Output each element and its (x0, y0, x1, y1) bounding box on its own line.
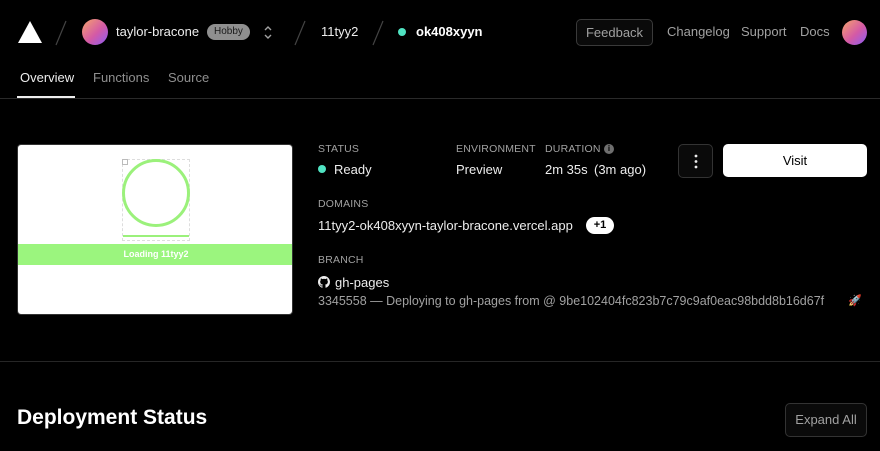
commit-message[interactable]: 3345558 — Deploying to gh-pages from @ 9… (318, 294, 824, 308)
broken-image-icon (122, 159, 128, 165)
loading-banner: Loading 11tyy2 (18, 244, 292, 265)
domains-label: DOMAINS (318, 198, 369, 210)
tab-functions[interactable]: Functions (93, 70, 149, 85)
team-avatar[interactable] (82, 19, 108, 45)
tab-overview[interactable]: Overview (20, 70, 74, 85)
support-link[interactable]: Support (741, 24, 787, 39)
section-divider (0, 361, 880, 362)
deployment-status-title: Deployment Status (17, 406, 208, 429)
docs-link[interactable]: Docs (800, 24, 830, 39)
deployment-preview[interactable]: Loading 11tyy2 (17, 144, 293, 315)
deployment-name[interactable]: ok408xyyn (416, 24, 483, 39)
visit-button[interactable]: Visit (723, 144, 867, 177)
top-bar: taylor-bracone Hobby 11tyy2 ok408xyyn Fe… (0, 0, 880, 64)
loading-circle (122, 159, 190, 227)
chevron-up-down-icon[interactable] (262, 24, 274, 41)
breadcrumb-separator-icon (372, 20, 384, 46)
environment-value: Preview (456, 162, 503, 177)
more-domains-badge[interactable]: +1 (586, 217, 614, 234)
github-icon (318, 276, 330, 288)
tab-source[interactable]: Source (168, 70, 209, 85)
duration-ago: (3m ago) (594, 162, 647, 177)
more-actions-button[interactable] (678, 144, 713, 178)
plan-badge: Hobby (207, 24, 250, 40)
user-avatar[interactable] (842, 20, 867, 45)
feedback-button[interactable]: Feedback (576, 19, 653, 46)
domain-link[interactable]: 11tyy2-ok408xyyn-taylor-bracone.vercel.a… (318, 218, 573, 233)
branch-name[interactable]: gh-pages (335, 275, 389, 290)
expand-all-button[interactable]: Expand All (785, 403, 867, 437)
deployment-status-dot (398, 28, 406, 36)
loading-bar (123, 235, 189, 237)
vertical-ellipsis-icon (694, 154, 698, 169)
rocket-emoji: 🚀 (848, 295, 862, 307)
tab-bar: Overview Functions Source (0, 64, 880, 99)
status-value: Ready (334, 162, 372, 177)
breadcrumb-separator-icon (55, 20, 67, 46)
status-label: STATUS (318, 143, 360, 155)
team-name[interactable]: taylor-bracone (116, 24, 199, 39)
duration-label: DURATION (545, 143, 601, 155)
breadcrumb-separator-icon (294, 20, 306, 46)
duration-value: 2m 35s (545, 162, 588, 177)
project-name[interactable]: 11tyy2 (321, 24, 358, 39)
environment-label: ENVIRONMENT (456, 143, 536, 155)
active-tab-indicator (17, 96, 75, 98)
info-icon[interactable]: i (604, 144, 614, 154)
branch-label: BRANCH (318, 254, 364, 266)
vercel-logo-icon[interactable] (17, 20, 43, 44)
ready-status-dot (318, 165, 326, 173)
changelog-link[interactable]: Changelog (667, 24, 730, 39)
